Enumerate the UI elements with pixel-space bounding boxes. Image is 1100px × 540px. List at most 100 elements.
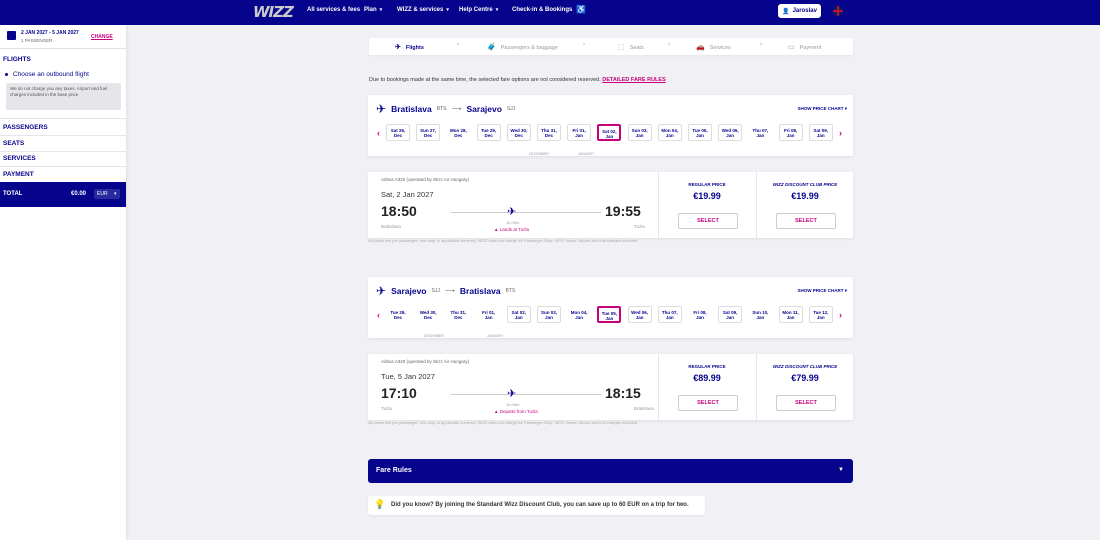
show-price-chart[interactable]: SHOW PRICE CHART ▾ <box>797 288 847 294</box>
select-regular-button[interactable]: SELECT <box>678 213 738 229</box>
date-option[interactable]: Sat 09, Jan <box>808 124 833 141</box>
divider <box>0 151 126 152</box>
date-option[interactable]: Mon 28, Dec <box>446 124 471 141</box>
date-option[interactable]: Tue 29, Dec <box>386 306 410 323</box>
warning-text: Due to bookings made at the same time, t… <box>369 77 601 83</box>
booking-steps: ✈ Flights › 🧳 Passengers & baggage › ⬚ Seat… <box>369 38 853 55</box>
user-name: Jaroslav <box>792 8 817 14</box>
date-option[interactable]: Tue 05, Jan <box>688 124 712 141</box>
select-discount-button[interactable]: SELECT <box>776 213 836 229</box>
date-option[interactable]: Tue 05, Jan <box>597 306 622 323</box>
departure-time: 17:10 <box>381 385 417 401</box>
date-option[interactable]: Sun 27, Dec <box>416 124 441 141</box>
nav-wizz-services[interactable]: WIZZ & services ▾ <box>397 7 449 13</box>
uk-flag-icon[interactable] <box>833 6 843 16</box>
total-label: TOTAL <box>3 191 23 197</box>
aircraft-info: Airbus A320 (operated by Wizz Air Hungar… <box>381 177 470 182</box>
step-services[interactable]: 🚗 Services <box>696 43 731 51</box>
date-month: Jan <box>665 315 674 320</box>
date-option[interactable]: Mon 04, Jan <box>567 306 592 323</box>
date-option[interactable]: Tue 12, Jan <box>808 306 833 323</box>
date-option[interactable]: Wed 06, Jan <box>627 306 652 323</box>
date-option[interactable]: Fri 01, Jan <box>476 306 501 323</box>
date-option[interactable]: Sat 02, Jan <box>597 124 622 141</box>
date-option[interactable]: Sat 26, Dec <box>386 124 410 141</box>
destination-code: SJJ <box>506 106 516 112</box>
step-passengers[interactable]: 🧳 Passengers & baggage <box>487 43 558 51</box>
step-seats-label: Seats <box>629 45 644 51</box>
chevron-right-icon: › <box>457 42 459 48</box>
date-option[interactable]: Sun 03, Jan <box>627 124 652 141</box>
date-option[interactable]: Fri 08, Jan <box>688 306 712 323</box>
outbound-flight-card: Airbus A320 (operated by Wizz Air Hungar… <box>368 172 853 238</box>
step-seats[interactable]: ⬚ Seats <box>618 43 644 51</box>
accessibility-icon[interactable]: ♿ <box>576 5 586 14</box>
date-option[interactable]: Thu 07, Jan <box>657 306 682 323</box>
step-payment[interactable]: ▭ Payment <box>788 43 821 51</box>
date-month: Jan <box>756 315 765 320</box>
user-button[interactable]: 👤 Jaroslav <box>778 4 821 18</box>
date-option[interactable]: Fri 01, Jan <box>567 124 592 141</box>
fare-rules-accordion[interactable]: Fare Rules ▼ <box>368 459 853 483</box>
departure-city: Tuzla <box>381 406 392 411</box>
date-month: Jan <box>545 315 553 320</box>
date-option[interactable]: Thu 31, Dec <box>446 306 471 323</box>
fare-rules-link[interactable]: DETAILED FARE RULES <box>602 77 665 83</box>
select-discount-button[interactable]: SELECT <box>776 395 836 411</box>
discount-club-tip: 💡 Did you know? By joining the Standard … <box>368 496 705 515</box>
flight-duration: 1h 05m <box>506 220 520 225</box>
plane-icon: ✈ <box>376 284 387 298</box>
arrival-city: Bratislava <box>634 406 654 411</box>
discount-fare: WIZZ DISCOUNT CLUB PRICE €19.99 SELECT <box>756 172 853 238</box>
date-option[interactable]: Sat 02, Jan <box>506 306 531 323</box>
nav-plan[interactable]: Plan ▾ <box>364 7 382 13</box>
chevron-down-icon: ▾ <box>495 7 499 13</box>
show-price-chart[interactable]: SHOW PRICE CHART ▾ <box>797 106 847 112</box>
sidebar-flights[interactable]: FLIGHTS <box>3 56 31 63</box>
chevron-right-icon[interactable]: › <box>839 310 842 320</box>
nav-all-services[interactable]: All services & fees <box>307 7 360 13</box>
currency-select[interactable]: EUR ▾ <box>94 189 120 199</box>
date-option[interactable]: Wed 30, Dec <box>416 306 441 323</box>
date-option[interactable]: Sat 09, Jan <box>718 306 743 323</box>
sidebar-passengers[interactable]: PASSENGERS <box>3 124 48 131</box>
tax-note: We do not charge you any taxes. Airport … <box>6 83 121 110</box>
destination-code: BTS <box>505 288 516 294</box>
date-month: Jan <box>756 133 765 138</box>
nav-help-centre[interactable]: Help Centre ▾ <box>459 7 498 13</box>
chevron-right-icon[interactable]: › <box>839 128 842 138</box>
select-regular-button[interactable]: SELECT <box>678 395 738 411</box>
return-route: ✈ Sarajevo SJJ ⟶ Bratislava BTS <box>376 284 515 298</box>
date-option[interactable]: Mon 11, Jan <box>778 306 803 323</box>
nav-wizz-services-label: WIZZ & services <box>397 7 444 13</box>
date-option[interactable]: Mon 04, Jan <box>657 124 682 141</box>
date-month: Jan <box>514 315 523 320</box>
step-flights[interactable]: ✈ Flights <box>395 43 424 51</box>
sidebar-services[interactable]: SERVICES <box>3 155 36 162</box>
date-option[interactable]: Tue 29, Dec <box>476 124 501 141</box>
chevron-left-icon[interactable]: ‹ <box>377 128 380 138</box>
date-option[interactable]: Thu 31, Dec <box>537 124 561 141</box>
date-option[interactable]: Wed 30, Dec <box>506 124 531 141</box>
sidebar-seats[interactable]: SEATS <box>3 140 24 147</box>
return-flight-card: Airbus A320 (operated by Wizz Air Hungar… <box>368 354 853 420</box>
nav-check-in[interactable]: Check-in & Bookings <box>512 7 572 13</box>
destination-city: Sarajevo <box>466 104 502 114</box>
arrival-city: Tuzla <box>634 224 645 229</box>
change-button[interactable]: CHANGE <box>91 34 113 40</box>
sidebar-payment[interactable]: PAYMENT <box>3 171 34 178</box>
flight-line <box>451 212 601 213</box>
date-month: Dec <box>424 133 433 138</box>
nav-plan-label: Plan <box>364 7 377 13</box>
reservation-warning: Due to bookings made at the same time, t… <box>369 77 666 83</box>
date-option[interactable]: Wed 06, Jan <box>718 124 743 141</box>
divider <box>0 135 126 136</box>
date-option[interactable]: Sun 03, Jan <box>537 306 561 323</box>
wizz-logo[interactable]: WIZZ <box>253 3 294 21</box>
flight-date: Sat, 2 Jan 2027 <box>381 190 434 199</box>
date-option[interactable]: Sun 10, Jan <box>748 306 773 323</box>
date-option[interactable]: Thu 07, Jan <box>748 124 773 141</box>
chevron-left-icon[interactable]: ‹ <box>377 310 380 320</box>
date-option[interactable]: Fri 08, Jan <box>778 124 803 141</box>
bullet-icon <box>5 73 8 76</box>
